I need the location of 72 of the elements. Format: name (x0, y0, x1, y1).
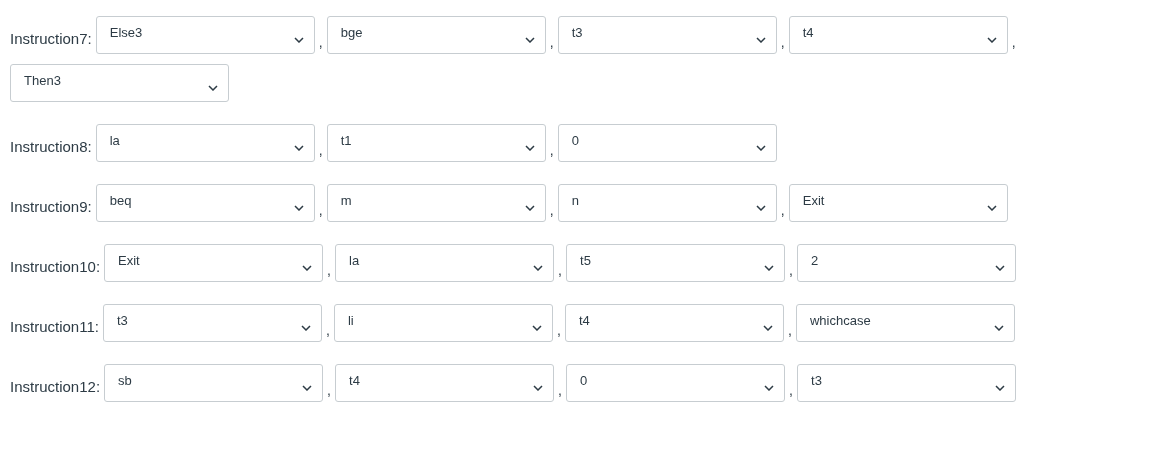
comma: , (325, 321, 331, 338)
dropdown[interactable]: la (335, 244, 555, 282)
dropdown[interactable]: t3 (557, 16, 777, 54)
dropdown[interactable]: beq (95, 184, 315, 222)
dropdown[interactable]: bge (326, 16, 546, 54)
comma: , (548, 201, 555, 218)
chevron-down-icon (762, 325, 773, 331)
comma: , (317, 141, 324, 158)
comma: , (317, 201, 324, 218)
comma: , (779, 201, 786, 218)
comma: , (556, 321, 562, 338)
instruction-label: Instruction12: (10, 376, 101, 395)
dropdown[interactable]: t5 (566, 244, 786, 282)
chevron-down-icon (995, 265, 1006, 271)
chevron-down-icon (524, 37, 535, 43)
dropdown[interactable]: whichcase (795, 304, 1015, 342)
comma: , (557, 381, 563, 398)
chevron-down-icon (755, 205, 766, 211)
instruction-label: Instruction11: (10, 316, 99, 335)
instruction-label: Instruction7: (10, 28, 92, 47)
chevron-down-icon (293, 145, 304, 151)
chevron-down-icon (764, 385, 775, 391)
instruction-label: Instruction10: (10, 256, 101, 275)
dropdown[interactable]: t4 (335, 364, 555, 402)
chevron-down-icon (208, 85, 218, 91)
chevron-down-icon (993, 325, 1004, 331)
chevron-down-icon (293, 37, 304, 43)
chevron-down-icon (986, 205, 997, 211)
chevron-down-icon (764, 265, 775, 271)
dropdown[interactable]: t3 (797, 364, 1017, 402)
chevron-down-icon (533, 265, 544, 271)
dropdown[interactable]: li (333, 304, 553, 342)
dropdown[interactable]: Else3 (95, 16, 315, 54)
chevron-down-icon (524, 205, 535, 211)
dropdown[interactable]: t3 (102, 304, 322, 342)
chevron-down-icon (524, 145, 535, 151)
chevron-down-icon (300, 325, 311, 331)
chevron-down-icon (533, 385, 544, 391)
comma: , (788, 261, 794, 278)
chevron-down-icon (995, 385, 1006, 391)
comma: , (548, 33, 555, 50)
comma: , (557, 261, 563, 278)
chevron-down-icon (302, 265, 313, 271)
instruction-label: Instruction9: (10, 196, 92, 215)
dropdown[interactable]: sb (104, 364, 324, 402)
comma: , (787, 321, 793, 338)
dropdown[interactable]: Exit (104, 244, 324, 282)
comma: , (788, 381, 794, 398)
dropdown[interactable]: t4 (564, 304, 784, 342)
chevron-down-icon (755, 37, 766, 43)
comma: , (326, 261, 332, 278)
dropdown[interactable]: 0 (566, 364, 786, 402)
dropdown[interactable]: m (326, 184, 546, 222)
dropdown[interactable]: Exit (788, 184, 1008, 222)
dropdown[interactable]: la (95, 124, 315, 162)
dropdown[interactable]: Then3 (10, 64, 229, 102)
chevron-down-icon (755, 145, 766, 151)
comma: , (779, 33, 786, 50)
comma: , (317, 33, 324, 50)
dropdown[interactable]: 0 (557, 124, 777, 162)
instruction-label: Instruction8: (10, 136, 92, 155)
chevron-down-icon (293, 205, 304, 211)
dropdown[interactable]: t4 (788, 16, 1008, 54)
chevron-down-icon (531, 325, 542, 331)
chevron-down-icon (986, 37, 997, 43)
comma: , (326, 381, 332, 398)
comma: , (548, 141, 555, 158)
comma: , (1010, 33, 1017, 50)
chevron-down-icon (302, 385, 313, 391)
dropdown[interactable]: t1 (326, 124, 546, 162)
dropdown[interactable]: 2 (797, 244, 1017, 282)
dropdown[interactable]: n (557, 184, 777, 222)
